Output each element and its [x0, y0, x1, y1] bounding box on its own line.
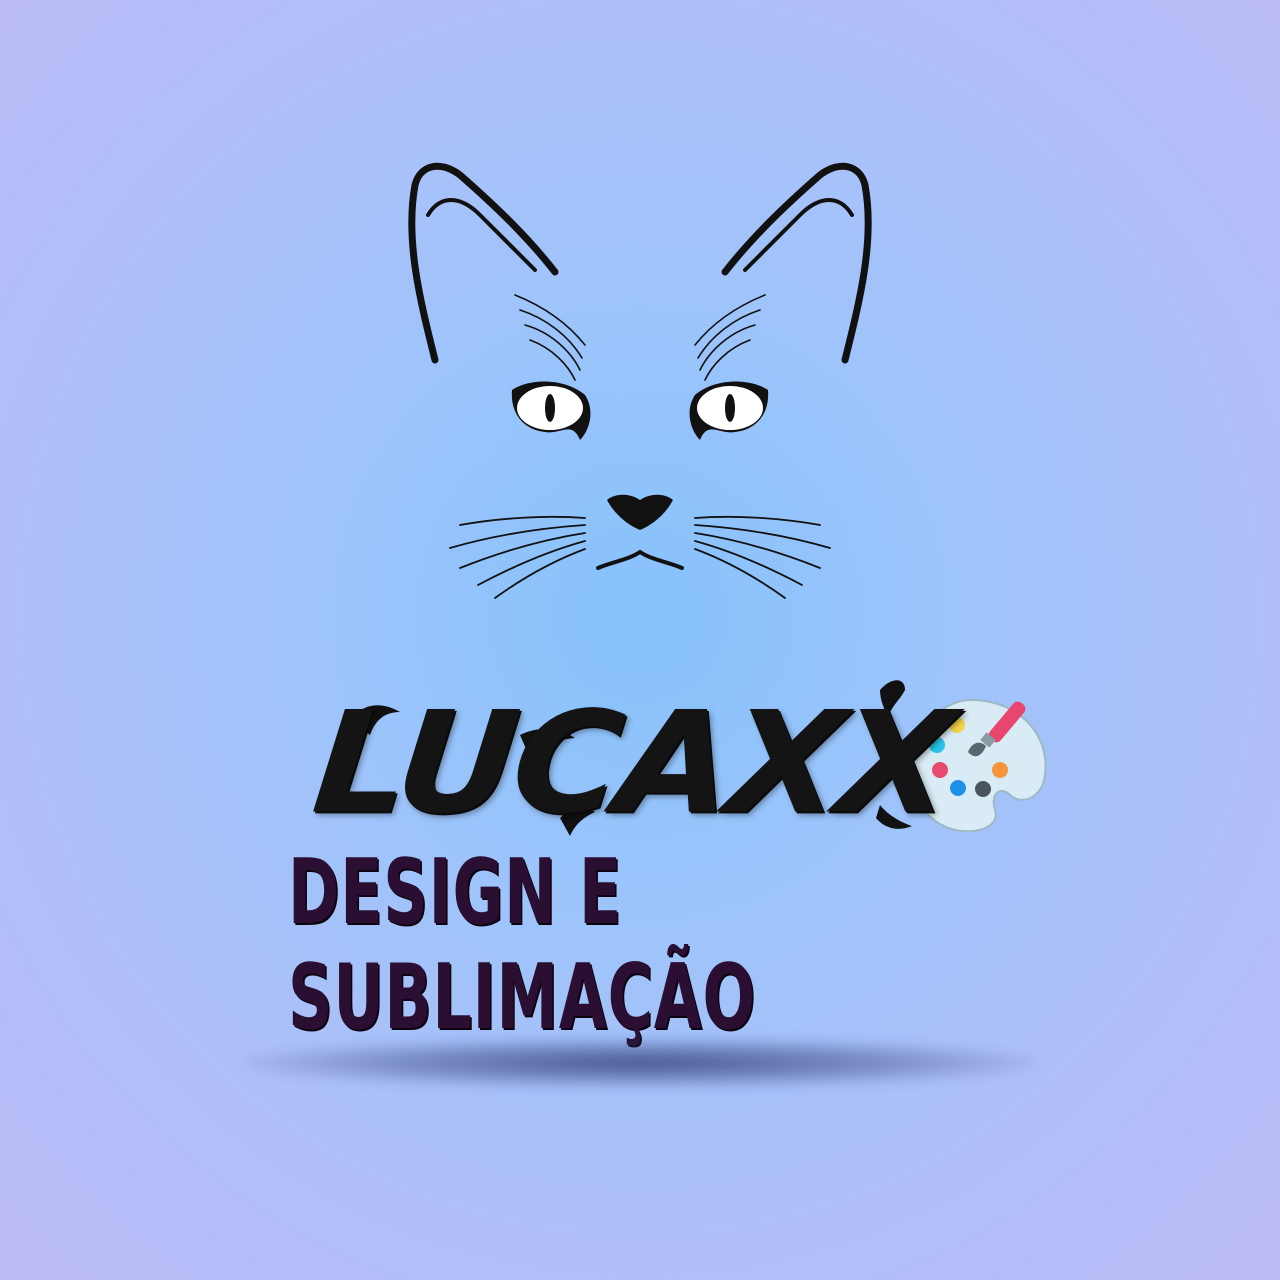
right-eye — [689, 381, 769, 440]
brand-name: LUCAXX — [306, 681, 958, 845]
cat-face-icon — [408, 162, 872, 599]
logo-artwork — [352, 162, 1047, 836]
right-ear — [721, 162, 872, 364]
left-eye — [511, 381, 591, 440]
brand-tagline: DESIGN E SUBLIMAÇÃO — [288, 840, 756, 1050]
cat-mouth — [596, 549, 684, 570]
cat-nose — [607, 494, 673, 530]
floor-shadow — [240, 1038, 1040, 1088]
left-ear — [408, 162, 559, 364]
